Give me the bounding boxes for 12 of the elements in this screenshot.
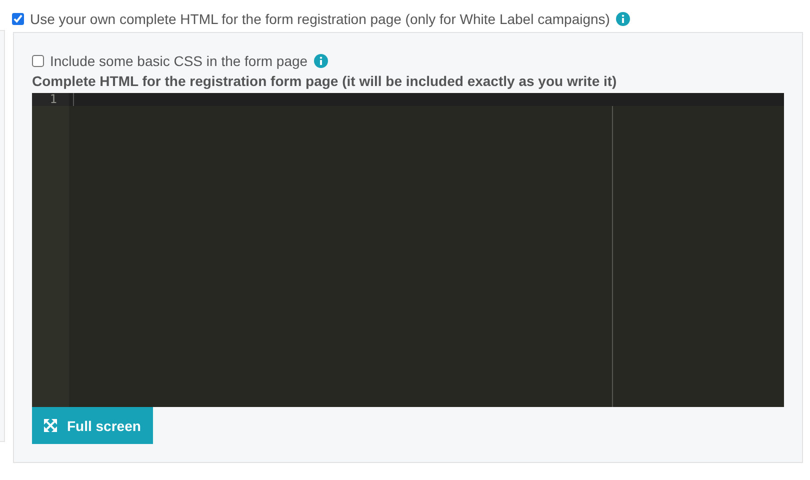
text-cursor [73, 93, 74, 106]
checkbox[interactable] [32, 55, 44, 67]
editor-label: Complete HTML for the registration form page (it will be included exactly as you write it) [32, 73, 618, 89]
full-screen-button[interactable]: Full screen [32, 407, 153, 444]
expand-icon [44, 419, 57, 432]
line-number: 1 [32, 93, 69, 106]
checkbox[interactable] [12, 13, 24, 25]
option-label: Use your own complete HTML for the form registration page (only for White Label campaigns) [30, 11, 610, 27]
info-icon[interactable] [616, 12, 630, 26]
code-editor[interactable]: 1 [32, 93, 784, 407]
info-icon[interactable] [314, 54, 328, 68]
option-label: Include some basic CSS in the form page [50, 53, 308, 69]
